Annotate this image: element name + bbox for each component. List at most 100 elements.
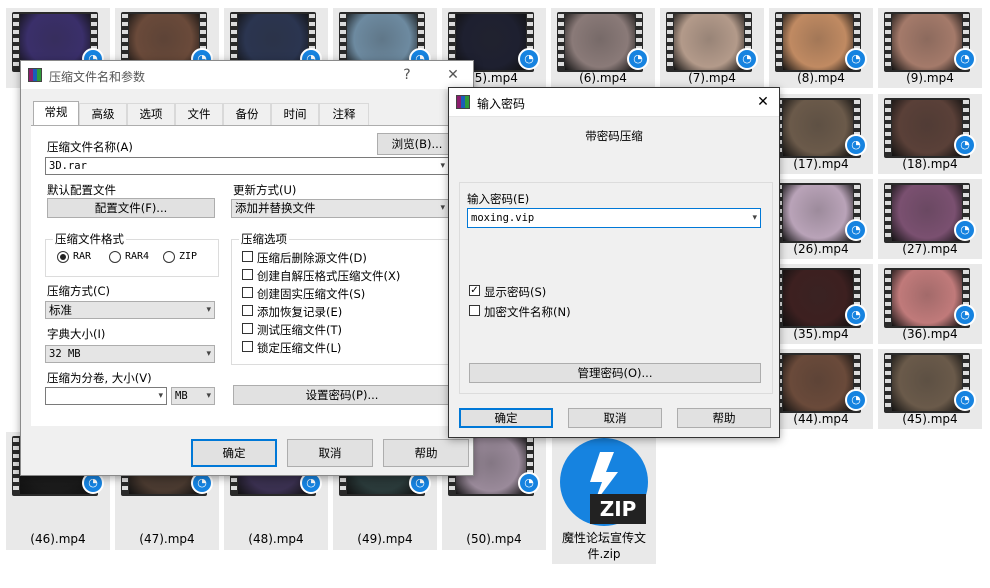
password-help-button[interactable]: 帮助 [677,408,771,428]
password-heading: 带密码压缩 [585,129,643,143]
file-tile[interactable]: ◔ (35).mp4 [769,264,873,344]
file-tile[interactable]: ◔ (45).mp4 [878,349,982,429]
file-name: (50).mp4 [466,532,522,546]
winrar-icon [28,68,42,82]
option-label: 测试压缩文件(T) [257,323,342,337]
format-label-zip: ZIP [179,251,198,262]
enter-password-label: 输入密码(E) [467,192,530,206]
show-password-checkbox[interactable]: ✓ [469,285,480,296]
zip-file-name: 魔性论坛宣传文件.zip [561,531,646,561]
tab-backup[interactable]: 备份 [223,103,271,125]
update-mode-select[interactable]: 添加并替换文件 ▾ [231,199,449,218]
file-name: (8).mp4 [797,71,845,85]
archive-name-field[interactable]: 3D.rar ▾ [45,157,449,175]
archive-dialog: 压缩文件名和参数 ? ✕ 常规 高级 选项 文件 备份 时间 注释 压缩文件名称… [20,60,474,476]
tab-general[interactable]: 常规 [33,101,79,125]
method-select[interactable]: 标准 ▾ [45,301,215,319]
help-icon[interactable]: ? [395,65,419,85]
tab-options[interactable]: 选项 [127,103,175,125]
cancel-button[interactable]: 取消 [287,439,373,467]
option-checkbox[interactable] [242,251,253,262]
help-button[interactable]: 帮助 [383,439,469,467]
file-tile[interactable]: ◔ (8).mp4 [769,8,873,88]
player-badge-icon: ◔ [845,134,867,156]
organize-passwords-button[interactable]: 管理密码(O)... [469,363,761,383]
player-badge-icon: ◔ [518,472,540,494]
format-radio-rar[interactable] [57,251,69,263]
password-cancel-button[interactable]: 取消 [568,408,662,428]
file-tile[interactable]: ◔ (27).mp4 [878,179,982,259]
option-checkbox[interactable] [242,269,253,280]
player-badge-icon: ◔ [954,304,976,326]
chevron-down-icon[interactable]: ▾ [158,388,163,404]
close-icon[interactable]: ✕ [441,65,465,85]
file-tile[interactable]: ◔ (26).mp4 [769,179,873,259]
chevron-down-icon[interactable]: ▾ [206,346,211,362]
split-unit-select[interactable]: MB ▾ [171,387,215,405]
player-badge-icon: ◔ [954,48,976,70]
player-badge-icon: ◔ [954,219,976,241]
method-label: 压缩方式(C) [47,284,111,298]
tab-files[interactable]: 文件 [175,103,223,125]
tab-comment[interactable]: 注释 [319,103,369,125]
password-dialog-titlebar[interactable]: 输入密码 ✕ [449,88,779,117]
format-radio-rar4[interactable] [109,251,121,263]
chevron-down-icon[interactable]: ▾ [752,209,757,227]
chevron-down-icon[interactable]: ▾ [206,302,211,318]
file-name: (46).mp4 [30,532,86,546]
show-password-label: 显示密码(S) [484,285,547,299]
file-tile-zip[interactable]: ZIP 魔性论坛宣传文件.zip [552,432,656,564]
password-input[interactable]: moxing.vip ▾ [467,208,761,228]
profiles-button[interactable]: 配置文件(F)... [47,198,215,218]
file-tile[interactable]: ◔ (9).mp4 [878,8,982,88]
chevron-down-icon[interactable]: ▾ [440,158,445,174]
file-name: (48).mp4 [248,532,304,546]
option-checkbox[interactable] [242,305,253,316]
tab-advanced[interactable]: 高级 [79,103,127,125]
chevron-down-icon[interactable]: ▾ [440,200,445,216]
split-unit-value: MB [175,390,188,402]
split-label: 压缩为分卷, 大小(V) [47,371,152,385]
password-value: moxing.vip [471,212,535,224]
dict-select[interactable]: 32 MB ▾ [45,345,215,363]
tab-time[interactable]: 时间 [271,103,319,125]
archive-dialog-title: 压缩文件名和参数 [49,70,146,84]
player-badge-icon: ◔ [845,304,867,326]
file-tile[interactable]: ◔ (7).mp4 [660,8,764,88]
update-mode-label: 更新方式(U) [233,183,297,197]
file-name: (26).mp4 [793,242,849,256]
close-icon[interactable]: ✕ [751,92,775,112]
option-label: 压缩后删除源文件(D) [257,251,367,265]
browse-button[interactable]: 浏览(B)... [377,133,457,155]
option-checkbox[interactable] [242,341,253,352]
player-badge-icon: ◔ [736,48,758,70]
format-radio-zip[interactable] [163,251,175,263]
dict-value: 32 MB [49,348,81,360]
ok-button[interactable]: 确定 [191,439,277,467]
player-badge-icon: ◔ [627,48,649,70]
set-password-button[interactable]: 设置密码(P)... [233,385,451,405]
encrypt-names-checkbox[interactable] [469,305,480,316]
file-tile[interactable]: ◔ (18).mp4 [878,94,982,174]
chevron-down-icon[interactable]: ▾ [206,388,211,404]
file-name: (17).mp4 [793,157,849,171]
file-name: (47).mp4 [139,532,195,546]
file-name: (9).mp4 [906,71,954,85]
zip-badge-text: ZIP [590,494,646,524]
dict-label: 字典大小(I) [47,327,106,341]
option-checkbox[interactable] [242,323,253,334]
archive-dialog-titlebar[interactable]: 压缩文件名和参数 ? ✕ [21,61,473,89]
password-ok-button[interactable]: 确定 [459,408,553,428]
file-name: (27).mp4 [902,242,958,256]
archive-name-label: 压缩文件名称(A) [47,140,133,154]
file-tile[interactable]: ◔ (44).mp4 [769,349,873,429]
player-badge-icon: ◔ [845,219,867,241]
password-dialog-title: 输入密码 [477,97,526,111]
file-tile[interactable]: ◔ (36).mp4 [878,264,982,344]
tab-strip: 常规 高级 选项 文件 备份 时间 注释 [31,101,471,125]
file-tile[interactable]: ◔ (6).mp4 [551,8,655,88]
format-label-rar4: RAR4 [125,251,150,262]
option-checkbox[interactable] [242,287,253,298]
file-tile[interactable]: ◔ (17).mp4 [769,94,873,174]
split-size-field[interactable]: ▾ [45,387,167,405]
